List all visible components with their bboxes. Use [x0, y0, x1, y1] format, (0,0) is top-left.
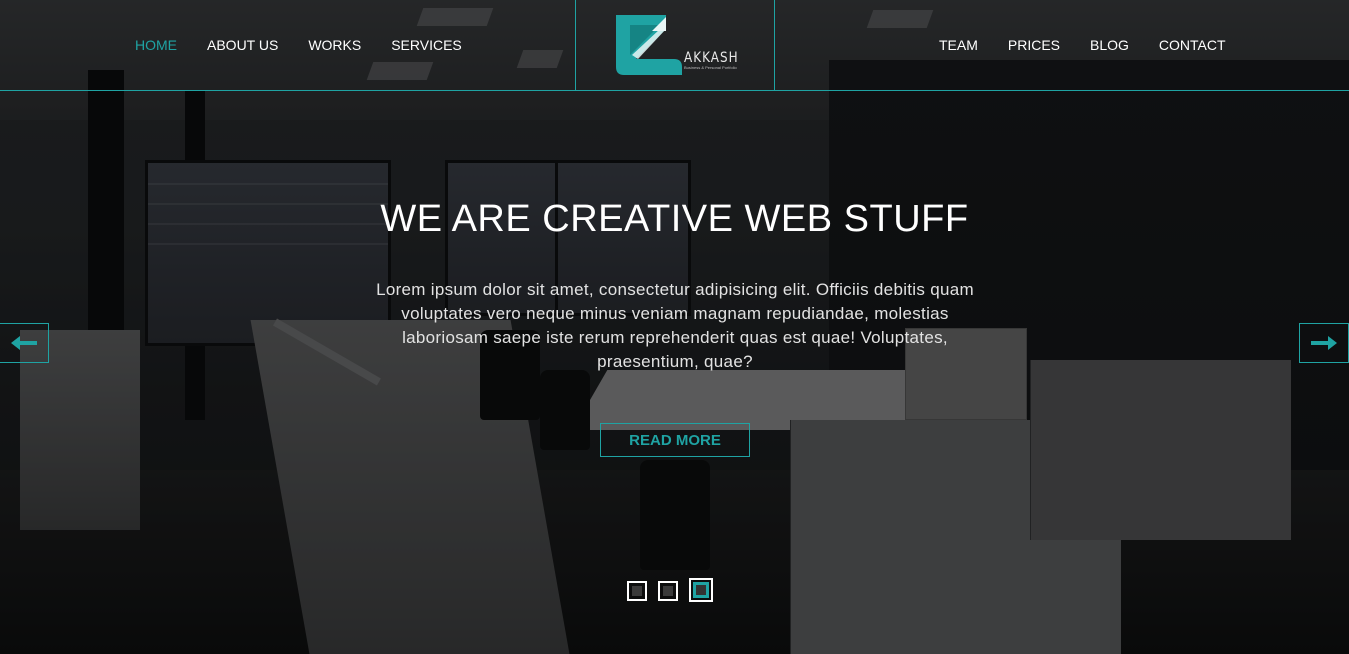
arrow-left-icon: [11, 336, 37, 350]
read-more-button[interactable]: READ MORE: [600, 423, 750, 457]
nav-blog[interactable]: BLOG: [1090, 37, 1129, 53]
z-logo-icon: [616, 15, 682, 75]
slider-dot-1[interactable]: [627, 581, 647, 601]
hero-title: WE ARE CREATIVE WEB STUFF: [380, 198, 969, 240]
slider-next-button[interactable]: [1299, 323, 1349, 363]
slider-prev-button[interactable]: [0, 323, 49, 363]
nav-team[interactable]: TEAM: [939, 37, 978, 53]
nav-about-us[interactable]: ABOUT US: [207, 37, 278, 53]
logo[interactable]: AKKASH Business & Personal Portfolio: [575, 0, 775, 90]
nav-prices[interactable]: PRICES: [1008, 37, 1060, 53]
nav-works[interactable]: WORKS: [308, 37, 361, 53]
arrow-right-icon: [1311, 336, 1337, 350]
site-header: HOME ABOUT US WORKS SERVICES AKKASH Busi…: [0, 0, 1349, 91]
slider-dot-3[interactable]: [689, 578, 713, 602]
nav-home[interactable]: HOME: [135, 37, 177, 53]
hero-description: Lorem ipsum dolor sit amet, consectetur …: [376, 280, 974, 371]
slider-pagination: [627, 578, 724, 602]
nav-contact[interactable]: CONTACT: [1159, 37, 1226, 53]
slider-dot-2[interactable]: [658, 581, 678, 601]
main-nav-right: TEAM PRICES BLOG CONTACT: [939, 37, 1256, 53]
logo-tagline: Business & Personal Portfolio: [684, 65, 737, 70]
main-nav-left: HOME ABOUT US WORKS SERVICES: [135, 37, 492, 53]
nav-services[interactable]: SERVICES: [391, 37, 462, 53]
logo-wordmark: AKKASH: [684, 48, 739, 66]
